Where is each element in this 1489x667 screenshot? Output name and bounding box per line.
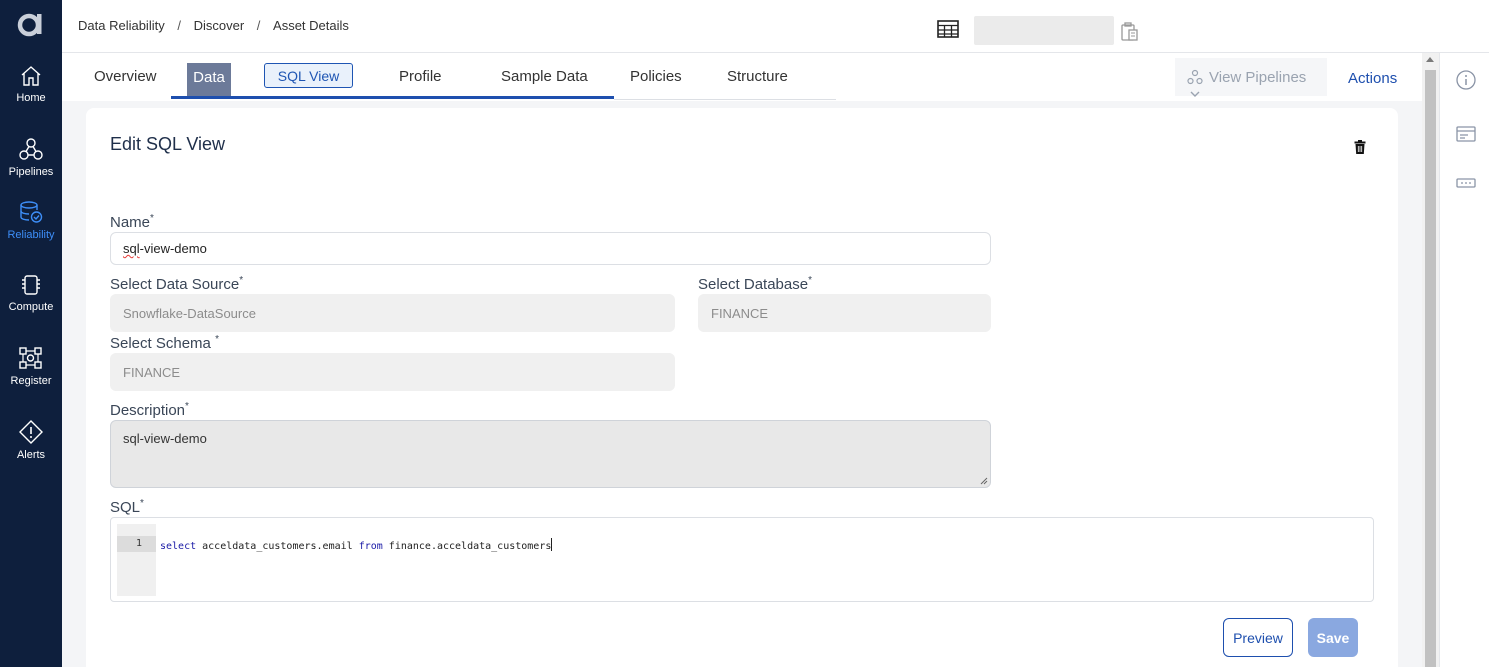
- name-value-misspelled: sql: [123, 241, 140, 256]
- pipelines-icon: [1187, 69, 1203, 85]
- sql-code-part: finance.acceldata_customers: [382, 541, 552, 552]
- datasource-label-text: Select Data Source: [110, 276, 240, 293]
- card-icon[interactable]: [1456, 126, 1476, 142]
- nav-compute-label: Compute: [8, 301, 54, 313]
- breadcrumb-discover[interactable]: Discover: [194, 18, 245, 33]
- vertical-scrollbar[interactable]: [1422, 53, 1439, 667]
- chevron-down-icon: [1190, 91, 1200, 97]
- resize-handle-icon[interactable]: [980, 477, 988, 485]
- actions-menu[interactable]: Actions: [1348, 70, 1397, 87]
- sql-label-text: SQL: [110, 499, 141, 516]
- breadcrumb-separator: /: [256, 18, 261, 33]
- datasource-select[interactable]: Snowflake-DataSource: [110, 294, 675, 332]
- preview-button[interactable]: Preview: [1223, 618, 1293, 657]
- nav-register[interactable]: Register: [0, 345, 62, 387]
- compute-icon: [22, 275, 40, 295]
- tab-sql-view[interactable]: SQL View: [264, 63, 353, 88]
- required-mark: *: [215, 334, 219, 345]
- tab-data[interactable]: Data: [187, 63, 231, 97]
- top-header: Data Reliability / Discover / Asset Deta…: [62, 0, 1489, 53]
- tab-overview[interactable]: Overview: [94, 68, 157, 85]
- tabs-divider: [614, 99, 836, 100]
- left-sidebar: Home Pipelines Reliability Compute Regis…: [0, 0, 62, 667]
- sql-code-line[interactable]: select acceldata_customers.email from fi…: [160, 538, 553, 552]
- line-number-gutter: 1: [117, 524, 156, 596]
- home-icon: [21, 66, 41, 86]
- sql-code-part: acceldata_customers.email: [196, 541, 359, 552]
- breadcrumb-data-reliability[interactable]: Data Reliability: [78, 18, 165, 33]
- trash-icon[interactable]: [1354, 140, 1366, 154]
- reliability-icon: [20, 201, 43, 223]
- database-label-text: Select Database: [698, 276, 809, 293]
- nav-alerts-label: Alerts: [16, 449, 46, 461]
- asset-name-field[interactable]: [974, 16, 1114, 45]
- name-value: -view-demo: [139, 241, 207, 256]
- view-pipelines-button[interactable]: View Pipelines: [1175, 58, 1327, 97]
- nav-home-label: Home: [16, 92, 46, 104]
- tab-profile[interactable]: Profile: [399, 68, 442, 85]
- edit-sql-view-card: Edit SQL View Name* sql-view-demo Select…: [86, 108, 1398, 667]
- description-label-text: Description: [110, 402, 186, 419]
- required-mark: *: [239, 275, 244, 286]
- table-icon[interactable]: [937, 20, 959, 38]
- scroll-thumb[interactable]: [1425, 70, 1436, 667]
- schema-select[interactable]: FINANCE: [110, 353, 675, 391]
- description-value: sql-view-demo: [123, 431, 207, 446]
- text-cursor: [551, 538, 553, 551]
- page-title: Edit SQL View: [110, 134, 226, 154]
- save-button[interactable]: Save: [1308, 618, 1358, 657]
- required-mark: *: [150, 213, 154, 224]
- acceldata-logo[interactable]: [17, 10, 45, 38]
- info-icon[interactable]: [1456, 70, 1476, 90]
- scroll-up-arrow[interactable]: [1426, 57, 1434, 62]
- tab-structure[interactable]: Structure: [727, 68, 788, 85]
- name-label-text: Name: [110, 214, 151, 231]
- alert-icon: [19, 420, 43, 444]
- right-rail: [1439, 53, 1489, 667]
- description-label: Description*: [110, 401, 189, 419]
- nav-home[interactable]: Home: [0, 64, 62, 104]
- sql-keyword-select: select: [160, 541, 197, 552]
- view-pipelines-label: View Pipelines: [1209, 69, 1307, 86]
- register-icon: [19, 347, 42, 369]
- nav-reliability[interactable]: Reliability: [0, 199, 62, 241]
- database-label: Select Database*: [698, 275, 812, 293]
- required-mark: *: [808, 275, 812, 286]
- panel-icon[interactable]: [1456, 178, 1476, 188]
- breadcrumb-asset-details: Asset Details: [273, 18, 349, 33]
- name-label: Name*: [110, 213, 154, 231]
- pipelines-icon: [19, 138, 43, 160]
- schema-label: Select Schema *: [110, 334, 219, 352]
- copy-clipboard-icon[interactable]: [1121, 22, 1139, 42]
- database-select[interactable]: FINANCE: [698, 294, 991, 332]
- description-textarea[interactable]: sql-view-demo: [110, 420, 991, 488]
- nav-pipelines[interactable]: Pipelines: [0, 136, 62, 178]
- nav-register-label: Register: [10, 375, 52, 387]
- required-mark: *: [185, 401, 189, 412]
- tab-policies[interactable]: Policies: [630, 68, 682, 85]
- schema-label-text: Select Schema: [110, 335, 211, 352]
- datasource-label: Select Data Source*: [110, 275, 243, 293]
- nav-pipelines-label: Pipelines: [8, 166, 54, 178]
- sql-editor[interactable]: 1 select acceldata_customers.email from …: [110, 517, 1374, 602]
- name-input[interactable]: sql-view-demo: [110, 232, 991, 265]
- breadcrumb-separator: /: [177, 18, 181, 33]
- tab-sample-data[interactable]: Sample Data: [501, 68, 588, 85]
- nav-compute[interactable]: Compute: [0, 273, 62, 313]
- nav-reliability-label: Reliability: [7, 229, 55, 241]
- required-mark: *: [140, 498, 144, 509]
- sql-keyword-from: from: [358, 541, 383, 552]
- active-tab-indicator: [171, 96, 614, 99]
- tabs-bar: Overview Data SQL View Profile Sample Da…: [62, 53, 1422, 101]
- line-number: 1: [117, 536, 156, 552]
- breadcrumb: Data Reliability / Discover / Asset Deta…: [78, 18, 349, 33]
- nav-alerts[interactable]: Alerts: [0, 419, 62, 461]
- sql-label: SQL*: [110, 498, 144, 516]
